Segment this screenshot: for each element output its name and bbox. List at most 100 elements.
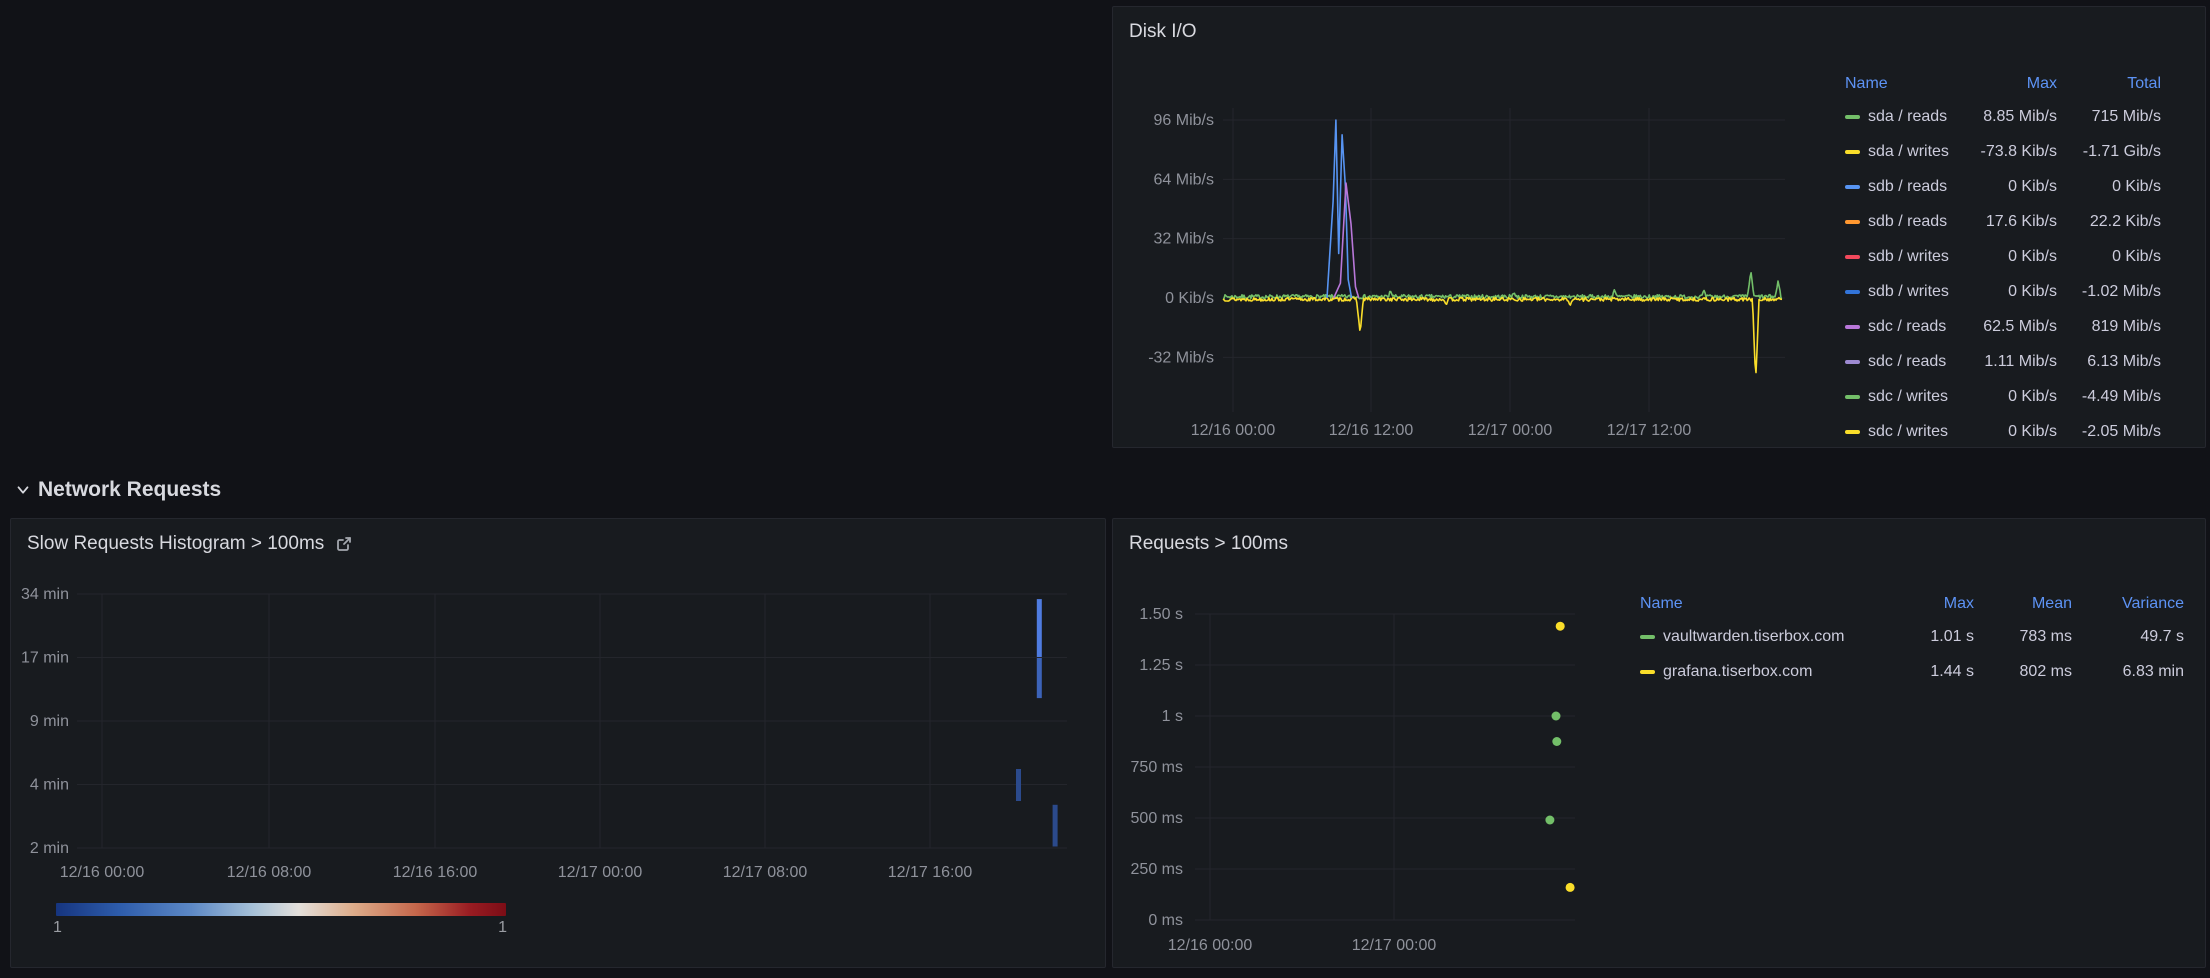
section-header-network-requests[interactable]: Network Requests [14,476,221,504]
series-color-swatch [1845,360,1860,364]
colorbar-min-label: 1 [53,919,62,937]
legend-series-name[interactable]: vaultwarden.tiserbox.com [1663,628,1844,646]
legend-header-variance[interactable]: Variance [2072,595,2184,613]
legend-series-name[interactable]: sdb / reads [1868,213,1947,231]
series-line-0 [1223,273,1782,299]
legend-value-total: 819 Mib/s [2057,318,2161,336]
axis-tick-label: 4 min [30,777,69,794]
legend-value-mean: 802 ms [1974,663,2072,681]
axis-tick-label: 12/16 12:00 [1329,422,1414,439]
legend-value-total: -4.49 Mib/s [2057,388,2161,406]
legend-row: sdc / writes0 Kib/s-2.05 Mib/s [1845,414,2161,445]
axis-tick-label: 0 Kib/s [1165,290,1214,307]
heatmap-colorbar [56,903,506,916]
axis-tick-label: 250 ms [1131,861,1183,878]
legend-value-max: 17.6 Kib/s [1961,213,2057,231]
axis-tick-label: 9 min [30,713,69,730]
axis-tick-label: 96 Mib/s [1154,112,1214,129]
legend-series-name[interactable]: sdc / reads [1868,353,1946,371]
axis-tick-label: 12/16 16:00 [393,864,478,881]
series-color-swatch [1845,325,1860,329]
series-line-1 [1223,298,1782,373]
axis-tick-label: -32 Mib/s [1148,349,1214,366]
legend-series-name[interactable]: sdb / writes [1868,248,1949,266]
legend-value-variance: 49.7 s [2072,628,2184,646]
legend-row: sda / writes-73.8 Kib/s-1.71 Gib/s [1845,134,2161,169]
legend-header-name[interactable]: Name [1845,75,1961,93]
axis-tick-label: 12/17 16:00 [888,864,973,881]
legend-row: sdb / reads17.6 Kib/s22.2 Kib/s [1845,204,2161,239]
legend-value-max: 0 Kib/s [1961,178,2057,196]
legend-header-name[interactable]: Name [1640,595,1882,613]
axis-tick-label: 17 min [21,650,69,667]
series-color-swatch [1845,185,1860,189]
legend-value-total: 715 Mib/s [2057,108,2161,126]
legend-value-total: -1.71 Gib/s [2057,143,2161,161]
external-link-icon[interactable] [334,534,354,554]
legend-value-max: 1.44 s [1882,663,1974,681]
legend-value-mean: 783 ms [1974,628,2072,646]
legend-value-total: -1.02 Mib/s [2057,283,2161,301]
series-color-swatch [1845,115,1860,119]
legend-header: NameMaxMeanVariance [1640,589,2184,619]
panel-title-slow-requests[interactable]: Slow Requests Histogram > 100ms [27,533,324,555]
axis-tick-label: 12/17 00:00 [1468,422,1553,439]
legend-header-max[interactable]: Max [1961,75,2057,93]
axis-tick-label: 500 ms [1131,810,1183,827]
requests-legend: NameMaxMeanVariancevaultwarden.tiserbox.… [1640,589,2184,719]
panel-title-requests[interactable]: Requests > 100ms [1129,533,1288,555]
legend-series-name[interactable]: sdb / reads [1868,178,1947,196]
legend-value-total: 0 Kib/s [2057,178,2161,196]
legend-header: NameMaxTotal [1845,69,2161,99]
axis-tick-label: 1 s [1162,708,1183,725]
axis-tick-label: 12/16 00:00 [60,864,145,881]
colorbar-max-label: 1 [481,919,507,937]
heatmap-cell [1053,805,1058,847]
axis-tick-label: 12/17 00:00 [1352,937,1437,954]
legend-header-max[interactable]: Max [1882,595,1974,613]
legend-value-max: 1.01 s [1882,628,1974,646]
panel-disk-io: 96 Mib/s 64 Mib/s 32 Mib/s 0 Kib/s -32 Mib/s… [1112,6,2206,448]
legend-header-total[interactable]: Total [2057,75,2161,93]
panel-slow-requests-histogram: 34 min 17 min 9 min 4 min 2 min 12/16 00:00 12… [10,518,1106,968]
disk-io-legend: NameMaxTotal sda / reads 8.85 Mib/s715 Mib… [1845,69,2161,445]
heatmap-cell [1016,769,1021,801]
legend-series-name[interactable]: sda / reads [1868,108,1947,126]
legend-row: sdb / writes0 Kib/s-1.02 Mib/s [1845,274,2161,309]
slow-requests-heatmap: 34 min 17 min 9 min 4 min 2 min 12/16 00:00 12… [11,519,1105,967]
axis-tick-label: 1.25 s [1139,657,1183,674]
legend-value-max: 8.85 Mib/s [1961,108,2057,126]
legend-header-mean[interactable]: Mean [1974,595,2072,613]
legend-row: sdc / reads62.5 Mib/s819 Mib/s [1845,309,2161,344]
legend-series-name[interactable]: sdc / writes [1868,388,1948,406]
panel-title-disk-io[interactable]: Disk I/O [1129,21,1197,43]
series-color-swatch [1845,290,1860,294]
legend-row: grafana.tiserbox.com1.44 s802 ms6.83 min [1640,654,2184,689]
legend-series-name[interactable]: sdb / writes [1868,283,1949,301]
heatmap-cell [1037,599,1042,657]
axis-tick-label: 12/17 12:00 [1607,422,1692,439]
axis-tick-label: 34 min [21,586,69,603]
axis-tick-label: 12/16 00:00 [1191,422,1276,439]
legend-series-name[interactable]: sdc / reads [1868,318,1946,336]
panel-requests-over-100ms: 1.50 s1.25 s1 s750 ms500 ms250 ms0 ms12/… [1112,518,2206,968]
axis-tick-label: 12/17 08:00 [723,864,808,881]
axis-tick-label: 750 ms [1131,759,1183,776]
legend-row: vaultwarden.tiserbox.com 1.01 s783 ms49.7… [1640,619,2184,654]
axis-tick-label: 2 min [30,840,69,857]
legend-series-name[interactable]: grafana.tiserbox.com [1663,663,1812,681]
scatter-point [1552,737,1561,746]
series-color-swatch [1640,670,1655,674]
axis-tick-label: 64 Mib/s [1154,171,1214,188]
series-color-swatch [1845,430,1860,434]
chevron-down-icon [14,481,32,499]
axis-tick-label: 32 Mib/s [1154,231,1214,248]
axis-tick-label: 1.50 s [1139,606,1183,623]
series-color-swatch [1845,255,1860,259]
legend-row: sda / reads 8.85 Mib/s715 Mib/s [1845,99,2161,134]
legend-series-name[interactable]: sda / writes [1868,143,1949,161]
grafana-dashboard: 96 Mib/s 64 Mib/s 32 Mib/s 0 Kib/s -32 Mib/s… [0,0,2210,978]
legend-series-name[interactable]: sdc / writes [1868,423,1948,441]
section-title: Network Requests [38,478,221,502]
series-color-swatch [1845,395,1860,399]
